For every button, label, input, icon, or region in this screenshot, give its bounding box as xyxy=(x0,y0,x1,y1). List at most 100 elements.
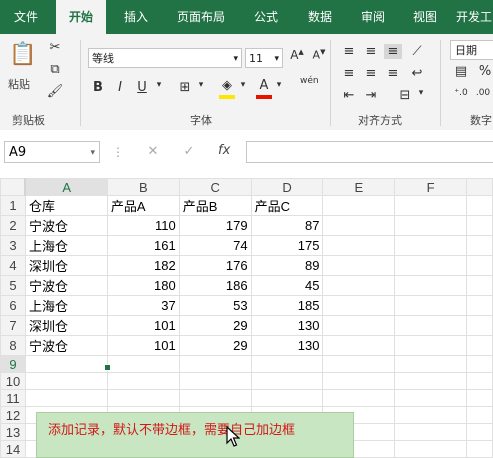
table-cell[interactable]: 179 xyxy=(178,215,252,236)
align-bottom-icon[interactable]: ≡ xyxy=(384,44,402,59)
format-painter-icon[interactable]: 🖌 xyxy=(46,84,64,99)
table-cell[interactable] xyxy=(178,389,252,407)
table-cell[interactable] xyxy=(466,215,493,236)
column-header-c[interactable]: C xyxy=(178,178,252,196)
table-cell[interactable] xyxy=(106,355,180,373)
currency-icon[interactable]: ▤ xyxy=(452,64,470,79)
row-header[interactable]: 4 xyxy=(0,255,26,276)
drag-handle-icon[interactable]: ⋮ xyxy=(112,141,124,163)
table-cell[interactable]: 161 xyxy=(106,235,180,256)
table-cell[interactable]: 45 xyxy=(250,275,324,296)
chevron-down-icon[interactable]: ▾ xyxy=(274,80,284,90)
table-cell[interactable]: 产品B xyxy=(178,195,252,216)
column-header-b[interactable]: B xyxy=(106,178,180,196)
tab-home[interactable]: 开始 xyxy=(56,0,106,34)
paste-icon[interactable]: 📋 xyxy=(8,42,38,72)
table-cell[interactable] xyxy=(394,235,468,256)
table-cell[interactable] xyxy=(394,295,468,316)
table-cell[interactable]: 87 xyxy=(250,215,324,236)
table-cell[interactable] xyxy=(250,355,324,373)
decrease-indent-icon[interactable]: ⇤ xyxy=(340,88,358,103)
table-cell[interactable] xyxy=(394,372,468,390)
table-cell[interactable] xyxy=(466,275,493,296)
chevron-down-icon[interactable]: ▾ xyxy=(238,80,248,90)
font-name-select[interactable]: 等线 ▾ xyxy=(88,48,242,68)
table-cell[interactable]: 产品C xyxy=(250,195,324,216)
italic-button[interactable]: I xyxy=(112,80,128,95)
row-header[interactable]: 13 xyxy=(0,423,26,441)
border-icon[interactable]: ⊞ xyxy=(176,80,194,95)
row-header[interactable]: 14 xyxy=(0,440,26,458)
table-cell[interactable] xyxy=(322,255,396,276)
table-cell[interactable] xyxy=(466,355,493,373)
merge-center-icon[interactable]: ⊟ xyxy=(396,88,414,103)
table-cell[interactable] xyxy=(394,423,468,441)
table-cell[interactable]: 53 xyxy=(178,295,252,316)
increase-font-icon[interactable]: A▲ xyxy=(288,48,306,62)
align-left-icon[interactable]: ≡ xyxy=(340,66,358,81)
table-cell[interactable] xyxy=(394,215,468,236)
active-cell[interactable] xyxy=(24,355,108,373)
tab-view[interactable]: 视图 xyxy=(402,0,448,34)
row-header[interactable]: 12 xyxy=(0,406,26,424)
name-box[interactable]: A9 ▾ xyxy=(4,141,100,163)
cut-icon[interactable]: ✂ xyxy=(46,40,64,55)
tab-page-layout[interactable]: 页面布局 xyxy=(166,0,236,34)
table-cell[interactable] xyxy=(322,275,396,296)
wrap-text-icon[interactable]: ↩ xyxy=(408,66,426,81)
table-cell[interactable]: 宁波仓 xyxy=(24,215,108,236)
table-cell[interactable]: 180 xyxy=(106,275,180,296)
table-cell[interactable]: 74 xyxy=(178,235,252,256)
tab-review[interactable]: 审阅 xyxy=(350,0,396,34)
number-format-select[interactable]: 日期 xyxy=(450,40,493,60)
table-cell[interactable] xyxy=(322,235,396,256)
table-cell[interactable] xyxy=(322,195,396,216)
table-cell[interactable]: 185 xyxy=(250,295,324,316)
table-cell[interactable] xyxy=(24,372,108,390)
table-cell[interactable]: 深圳仓 xyxy=(24,255,108,276)
column-header-g[interactable] xyxy=(466,178,493,196)
table-cell[interactable] xyxy=(178,372,252,390)
table-cell[interactable] xyxy=(466,406,493,424)
table-cell[interactable] xyxy=(394,406,468,424)
fill-color-icon[interactable]: ◈ xyxy=(218,78,236,93)
chevron-down-icon[interactable]: ▾ xyxy=(416,88,426,98)
table-cell[interactable] xyxy=(322,372,396,390)
table-cell[interactable] xyxy=(106,389,180,407)
table-cell[interactable] xyxy=(466,195,493,216)
table-cell[interactable]: 101 xyxy=(106,335,180,356)
enter-icon[interactable]: ✓ xyxy=(180,144,198,159)
row-header[interactable]: 9 xyxy=(0,355,26,373)
row-header[interactable]: 1 xyxy=(0,195,26,216)
table-cell[interactable]: 130 xyxy=(250,335,324,356)
table-cell[interactable] xyxy=(250,389,324,407)
table-cell[interactable] xyxy=(24,389,108,407)
table-cell[interactable]: 宁波仓 xyxy=(24,335,108,356)
decrease-font-icon[interactable]: A▼ xyxy=(310,48,328,62)
table-cell[interactable] xyxy=(394,355,468,373)
fill-handle[interactable] xyxy=(104,364,111,371)
table-cell[interactable]: 上海仓 xyxy=(24,295,108,316)
underline-button[interactable]: U xyxy=(134,80,150,95)
table-cell[interactable] xyxy=(394,389,468,407)
tab-data[interactable]: 数据 xyxy=(296,0,344,34)
table-cell[interactable] xyxy=(466,372,493,390)
table-cell[interactable] xyxy=(466,235,493,256)
tab-developer[interactable]: 开发工 xyxy=(452,0,493,34)
column-header-e[interactable]: E xyxy=(322,178,396,196)
increase-indent-icon[interactable]: ⇥ xyxy=(362,88,380,103)
column-header-f[interactable]: F xyxy=(394,178,468,196)
table-cell[interactable] xyxy=(106,372,180,390)
chevron-down-icon[interactable]: ▾ xyxy=(154,80,164,90)
font-color-icon[interactable]: A xyxy=(256,78,272,93)
table-cell[interactable] xyxy=(466,295,493,316)
insert-function-button[interactable]: fx xyxy=(218,143,238,158)
table-cell[interactable]: 产品A xyxy=(106,195,180,216)
table-cell[interactable] xyxy=(322,215,396,236)
table-cell[interactable]: 186 xyxy=(178,275,252,296)
table-cell[interactable] xyxy=(394,275,468,296)
font-size-select[interactable]: 11 ▾ xyxy=(245,48,283,68)
row-header[interactable]: 6 xyxy=(0,295,26,316)
table-cell[interactable] xyxy=(322,315,396,336)
align-middle-icon[interactable]: ≡ xyxy=(362,44,380,59)
